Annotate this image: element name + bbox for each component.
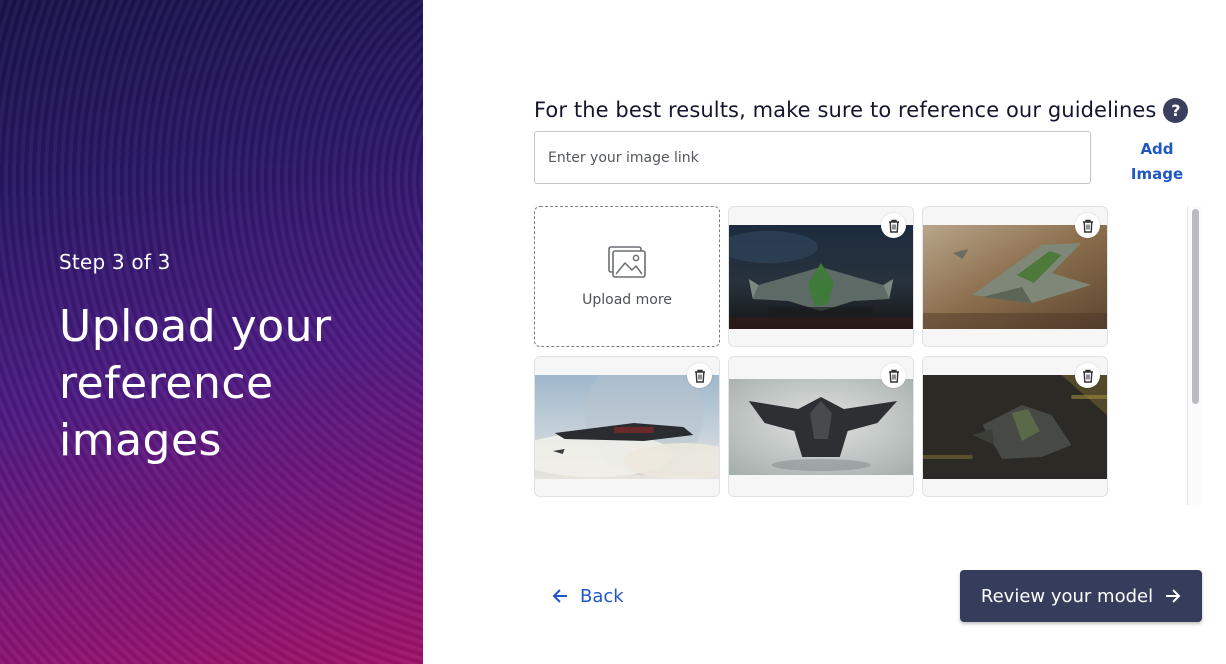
back-button[interactable]: Back	[552, 578, 624, 614]
image-link-input[interactable]	[534, 131, 1091, 184]
trash-icon[interactable]	[687, 363, 712, 388]
reference-image-grid: Upload more	[534, 206, 1114, 505]
image-card[interactable]	[922, 356, 1108, 497]
guidelines-heading: For the best results, make sure to refer…	[534, 96, 1189, 123]
scrollbar-thumb[interactable]	[1192, 209, 1199, 404]
image-card[interactable]	[534, 356, 720, 497]
guidelines-text: For the best results, make sure to refer…	[534, 97, 1157, 122]
add-image-line2: Image	[1130, 165, 1184, 183]
image-card[interactable]	[728, 206, 914, 347]
upload-more-card[interactable]: Upload more	[534, 206, 720, 347]
spaceship-image-5	[923, 375, 1107, 479]
spaceship-image-3	[535, 375, 719, 479]
spaceship-image-2	[923, 225, 1107, 329]
review-label: Review your model	[980, 585, 1154, 607]
upload-more-label: Upload more	[582, 291, 672, 308]
spaceship-image-1	[729, 225, 913, 329]
spaceship-image-4	[729, 379, 913, 475]
back-label: Back	[580, 585, 624, 607]
arrow-left-icon	[552, 588, 568, 604]
trash-icon[interactable]	[1075, 213, 1100, 238]
left-hero-panel: Step 3 of 3 Upload your reference images	[0, 0, 423, 664]
arrow-right-icon	[1165, 588, 1181, 604]
page-title: Upload your reference images	[59, 301, 332, 466]
add-image-line1: Add	[1140, 140, 1174, 158]
image-card[interactable]	[922, 206, 1108, 347]
trash-icon[interactable]	[881, 213, 906, 238]
image-grid-scrollbar[interactable]	[1187, 206, 1202, 505]
trash-icon[interactable]	[881, 363, 906, 388]
trash-icon[interactable]	[1075, 363, 1100, 388]
image-card[interactable]	[728, 356, 914, 497]
add-image-link[interactable]: Add Image	[1120, 137, 1194, 187]
help-icon[interactable]: ?	[1163, 98, 1189, 123]
step-indicator: Step 3 of 3	[59, 250, 171, 274]
image-gallery-icon	[608, 245, 646, 282]
review-model-button[interactable]: Review your model	[960, 570, 1202, 622]
